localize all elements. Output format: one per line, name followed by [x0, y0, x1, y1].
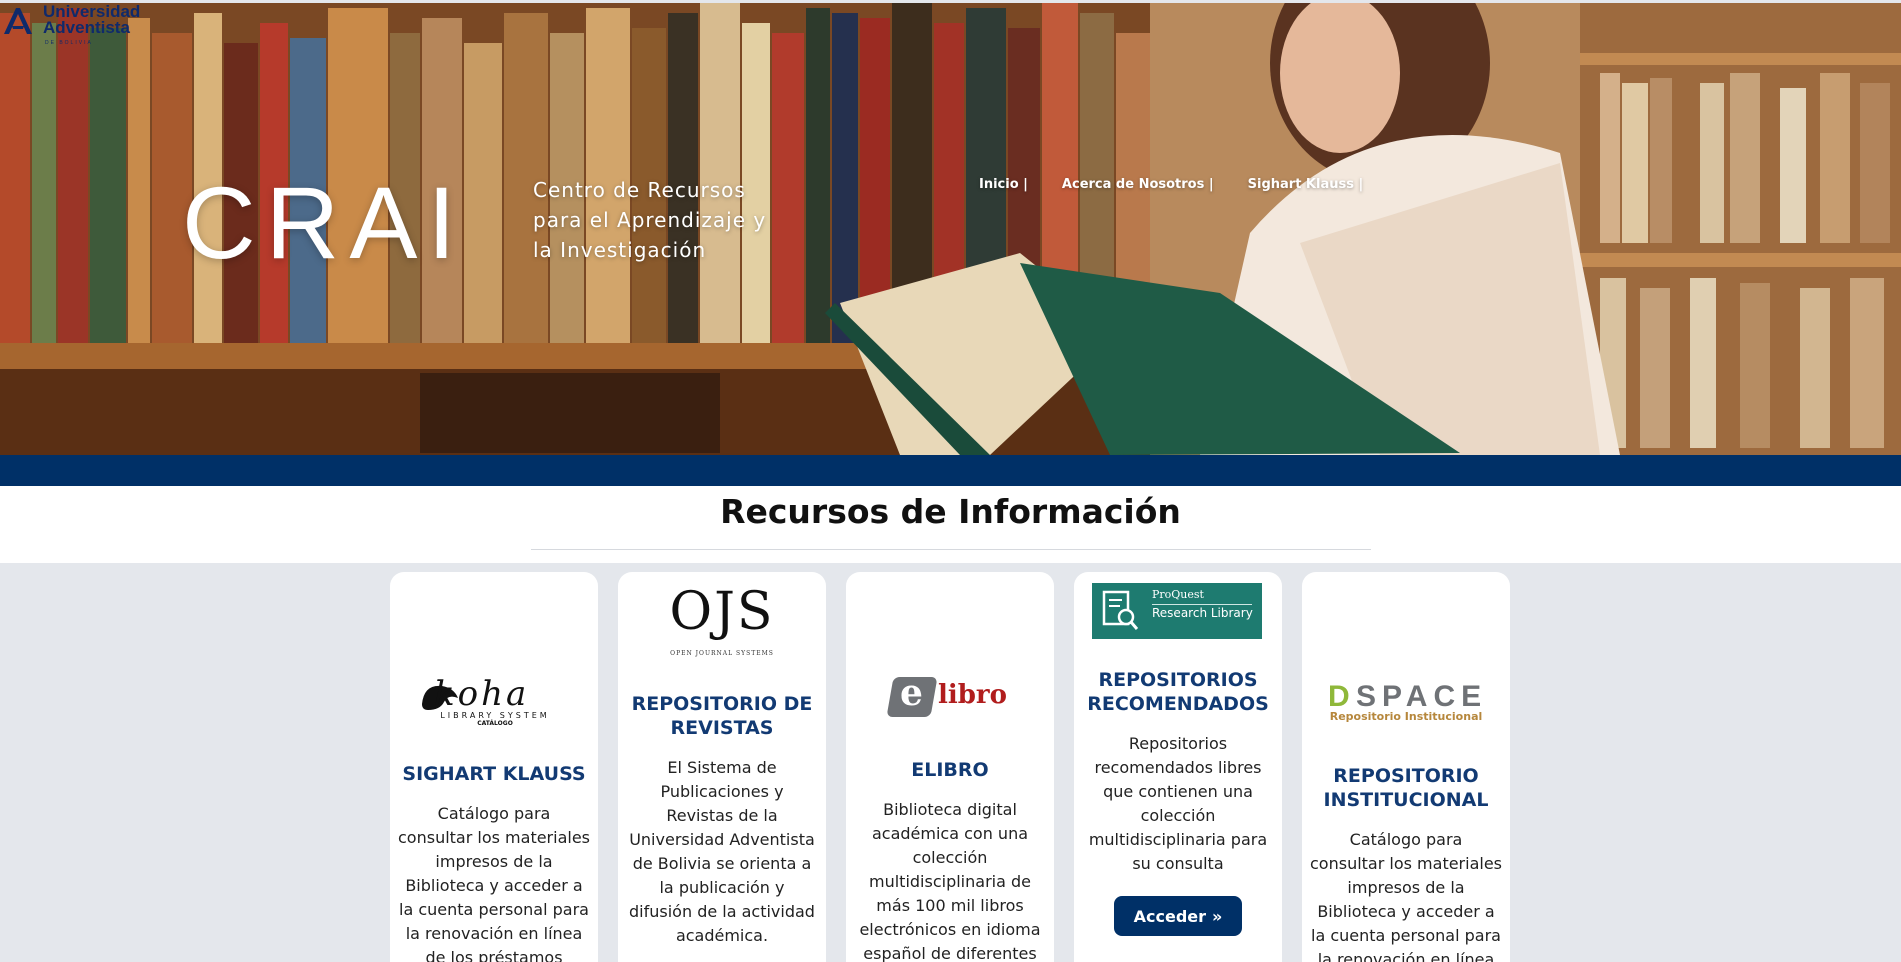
card-title: REPOSITORIO INSTITUCIONAL: [1323, 765, 1489, 811]
card-description: Biblioteca digital académica con una col…: [859, 800, 1041, 962]
nav-item-sighart[interactable]: Sighart Klauss |: [1248, 177, 1364, 192]
card-title: ELIBRO: [911, 759, 989, 781]
hero-banner: Universidad Adventista DE BOLIVIA CRAI C…: [0, 3, 1901, 455]
logo-text-line2: Adventista: [43, 18, 130, 37]
nav-item-inicio[interactable]: Inicio |: [979, 177, 1028, 192]
dspace-logo-text: SPACE: [1356, 680, 1488, 713]
proquest-logo-text: ProQuest: [1152, 588, 1204, 601]
section-title: Recursos de Información: [720, 492, 1181, 531]
koha-logo-sub: LIBRARY SYSTEM: [440, 711, 550, 720]
proquest-logo-rule: [1152, 604, 1252, 605]
resource-card-koha[interactable]: koha LIBRARY SYSTEM CATÁLOGO SIGHART KLA…: [390, 572, 598, 962]
double-chevron-right-icon: »: [1212, 906, 1223, 926]
hero-subtitle: Centro de Recursos para el Aprendizaje y…: [533, 178, 767, 262]
logo-text-line3: DE BOLIVIA: [45, 40, 93, 46]
card-description: Catálogo para consultar los materiales i…: [398, 804, 591, 962]
resource-card-ojs[interactable]: OJS OPEN JOURNAL SYSTEMS REPOSITORIO DE …: [618, 572, 826, 962]
university-logo[interactable]: Universidad Adventista DE BOLIVIA: [0, 3, 160, 51]
main-nav: Inicio | Acerca de Nosotros | Sighart Kl…: [979, 177, 1363, 192]
elibro-logo-e: e: [900, 672, 923, 714]
resource-card-proquest[interactable]: ProQuest Research Library REPOSITORIOS R…: [1074, 572, 1282, 962]
ojs-logo-text: OJS: [669, 582, 775, 642]
section-divider: [531, 549, 1371, 550]
adventist-logo-icon: [4, 8, 32, 34]
card-title: REPOSITORIOS RECOMENDADOS: [1087, 669, 1269, 715]
ojs-logo-sub: OPEN JOURNAL SYSTEMS: [670, 650, 774, 657]
nav-item-acerca[interactable]: Acerca de Nosotros |: [1062, 177, 1214, 192]
hero-title: CRAI: [182, 166, 466, 280]
resource-card-dspace[interactable]: D SPACE Repositorio Institucional REPOSI…: [1302, 572, 1510, 962]
koha-logo-sub2: CATÁLOGO: [477, 720, 513, 727]
proquest-logo: ProQuest Research Library: [1092, 583, 1262, 639]
card-title: SIGHART KLAUSS: [402, 763, 586, 785]
acceder-button[interactable]: Acceder »: [1114, 896, 1242, 936]
resource-cards: koha LIBRARY SYSTEM CATÁLOGO SIGHART KLA…: [390, 572, 1510, 962]
acceder-button-label: Acceder: [1133, 906, 1207, 926]
proquest-logo-sub: Research Library: [1152, 606, 1253, 620]
resource-card-elibro[interactable]: e libro ELIBRO Biblioteca digital académ…: [846, 572, 1054, 962]
card-description: Repositorios recomendados libres que con…: [1088, 734, 1268, 873]
elibro-logo-text: libro: [938, 680, 1007, 710]
dspace-logo-d: D: [1328, 680, 1356, 713]
hero-bottom-bar: [0, 455, 1901, 486]
dspace-logo-sub: Repositorio Institucional: [1329, 710, 1483, 723]
card-title: REPOSITORIO DE REVISTAS: [631, 693, 813, 739]
document-search-icon: [1102, 590, 1139, 630]
card-description: Catálogo para consultar los materiales i…: [1310, 830, 1503, 962]
card-description: El Sistema de Publicaciones y Revistas d…: [629, 758, 815, 945]
koha-logo-text: koha: [434, 674, 530, 714]
